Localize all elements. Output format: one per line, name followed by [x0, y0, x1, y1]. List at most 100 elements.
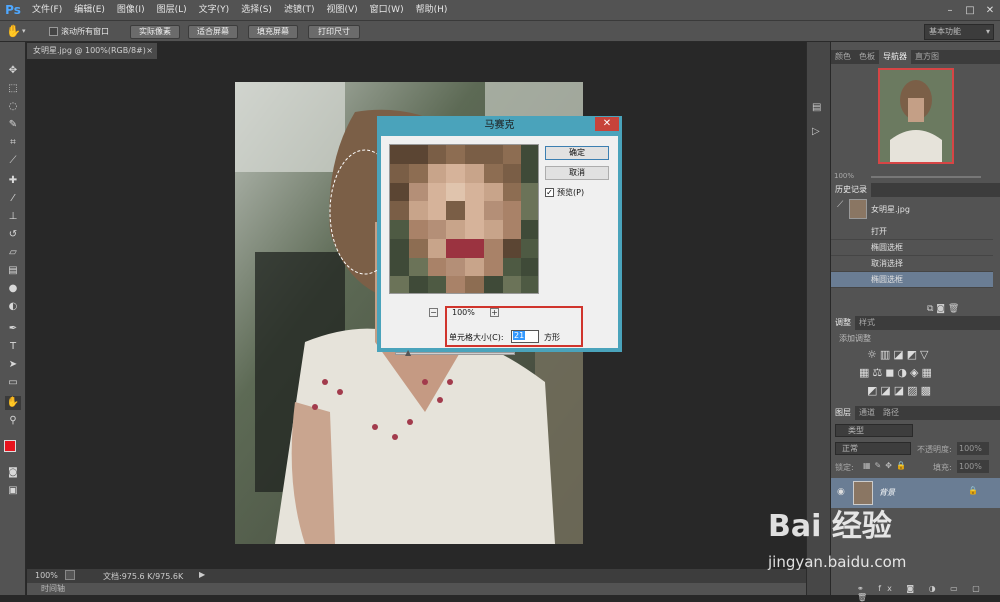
history-item[interactable]: 打开	[831, 224, 993, 240]
menu-item[interactable]: 选择(S)	[235, 0, 278, 20]
history-item-selected[interactable]: 椭圆选框	[831, 272, 993, 288]
menu-item[interactable]: 文字(Y)	[193, 0, 236, 20]
blur-tool-icon[interactable]: ●	[5, 282, 21, 296]
document-tab[interactable]: 女明星.jpg @ 100%(RGB/8#) ×	[27, 43, 157, 59]
menu-item[interactable]: 视图(V)	[320, 0, 363, 20]
marquee-tool-icon[interactable]: ⬚	[5, 82, 21, 96]
gradient-tool-icon[interactable]: ▤	[5, 264, 21, 278]
screen-mode-icon[interactable]: ▣	[5, 484, 21, 498]
mosaic-cell	[521, 201, 538, 221]
menu-item[interactable]: 图像(I)	[111, 0, 151, 20]
cancel-button[interactable]: 取消	[545, 166, 609, 180]
brush-tool-icon[interactable]: ⁄	[5, 192, 21, 206]
mosaic-cell	[502, 145, 522, 164]
filter-preview[interactable]	[389, 144, 539, 294]
lock-icons[interactable]: ▦✎✥🔒	[863, 461, 910, 470]
cell-size-slider[interactable]	[395, 352, 515, 355]
panel-tab[interactable]: 图层	[831, 406, 855, 420]
actual-pixels-button[interactable]: 实际像素	[130, 25, 180, 39]
zoom-out-icon[interactable]: −	[429, 308, 438, 317]
close-icon[interactable]: ✕	[980, 0, 1000, 20]
eyedropper-tool-icon[interactable]: ⟋	[5, 154, 21, 168]
doc-info: 文档:975.6 K/975.6K	[103, 572, 184, 581]
history-panel-icon[interactable]: ▤	[812, 102, 821, 113]
menu-items: 文件(F) 编辑(E) 图像(I) 图层(L) 文字(Y) 选择(S) 滤镜(T) 视图(V)…	[26, 0, 453, 20]
move-tool-icon[interactable]: ✥	[5, 64, 21, 78]
menu-item[interactable]: 窗口(W)	[364, 0, 410, 20]
blend-mode-select[interactable]: 正常	[835, 442, 911, 455]
nav-zoom-slider[interactable]	[871, 176, 981, 178]
history-brush-tool-icon[interactable]: ↺	[5, 228, 21, 242]
dodge-tool-icon[interactable]: ◐	[5, 300, 21, 314]
actions-panel-icon[interactable]: ▷	[812, 126, 820, 137]
tool-preset-chevron-icon[interactable]: ▾	[22, 27, 26, 35]
new-snapshot-icon[interactable]: ⧉ ◙ 🗑	[927, 304, 959, 314]
panel-tab[interactable]: 颜色	[831, 50, 855, 64]
panel-tab[interactable]: 导航器	[879, 50, 911, 64]
zoom-readout[interactable]: 100%	[35, 571, 58, 580]
menu-item[interactable]: 图层(L)	[151, 0, 193, 20]
hand-tool-icon[interactable]: ✋	[6, 24, 21, 38]
print-size-button[interactable]: 打印尺寸	[308, 25, 360, 39]
history-item[interactable]: 取消选择	[831, 256, 993, 272]
foreground-color-swatch[interactable]	[4, 440, 16, 452]
mosaic-cell	[390, 276, 409, 293]
history-item[interactable]: 椭圆选框	[831, 240, 993, 256]
preview-checkbox[interactable]: ✓	[545, 188, 554, 197]
lasso-tool-icon[interactable]: ◌	[5, 100, 21, 114]
menu-item[interactable]: 编辑(E)	[68, 0, 111, 20]
mosaic-cell	[483, 145, 503, 164]
adjustment-icons-row-1[interactable]: ☼▥◪◩▽	[867, 348, 932, 361]
shape-tool-icon[interactable]: ▭	[5, 376, 21, 390]
healing-brush-tool-icon[interactable]: ✚	[5, 174, 21, 188]
fill-input[interactable]: 100%	[957, 460, 989, 473]
path-select-tool-icon[interactable]: ➤	[5, 358, 21, 372]
panel-tab[interactable]: 色板	[855, 50, 879, 64]
close-icon[interactable]: ×	[146, 43, 153, 59]
mosaic-cell	[390, 257, 409, 277]
type-tool-icon[interactable]: T	[5, 340, 21, 354]
panel-tab[interactable]: 调整	[831, 316, 855, 330]
window-controls: – □ ✕	[940, 0, 1000, 20]
quick-select-tool-icon[interactable]: ✎	[5, 118, 21, 132]
adjustment-icons-row-3[interactable]: ◩◪◪▨▩	[867, 384, 934, 397]
mosaic-cell	[408, 201, 428, 221]
quick-mask-icon[interactable]: ◙	[5, 466, 21, 480]
zoom-tool-icon[interactable]: ⚲	[5, 414, 21, 428]
panel-tab[interactable]: 通道	[855, 406, 879, 420]
visibility-eye-icon[interactable]: ◉	[837, 487, 845, 497]
menu-item[interactable]: 文件(F)	[26, 0, 68, 20]
export-icon[interactable]	[65, 570, 75, 580]
photoshop-logo: Ps	[5, 3, 21, 17]
play-icon[interactable]: ▶	[199, 570, 205, 579]
fit-screen-button[interactable]: 适合屏幕	[188, 25, 238, 39]
panel-tab[interactable]: 直方图	[911, 50, 943, 64]
close-icon[interactable]: ✕	[595, 117, 619, 131]
slider-thumb[interactable]: ▲	[405, 348, 411, 357]
navigator-thumbnail[interactable]	[878, 68, 954, 164]
scroll-all-checkbox[interactable]	[49, 27, 58, 36]
mosaic-cell	[465, 201, 484, 221]
history-brush-icon[interactable]: ⟋	[837, 200, 843, 210]
fill-screen-button[interactable]: 填充屏幕	[248, 25, 298, 39]
eraser-tool-icon[interactable]: ▱	[5, 246, 21, 260]
document-tab-label: 女明星.jpg @ 100%(RGB/8#)	[33, 46, 146, 55]
opacity-input[interactable]: 100%	[957, 442, 989, 455]
adjustment-icons-row-2[interactable]: ▦⚖◼◑◈▦	[859, 366, 935, 379]
hand-tool-icon[interactable]: ✋	[5, 396, 21, 410]
mosaic-cell	[427, 238, 447, 258]
crop-tool-icon[interactable]: ⌗	[5, 136, 21, 150]
layer-kind-filter[interactable]: 类型	[835, 424, 913, 437]
menu-item[interactable]: 帮助(H)	[410, 0, 454, 20]
ok-button[interactable]: 确定	[545, 146, 609, 160]
panel-tab[interactable]: 样式	[855, 316, 879, 330]
workspace-select[interactable]: 基本功能 ▾	[924, 24, 994, 40]
panel-tab[interactable]: 路径	[879, 406, 903, 420]
pen-tool-icon[interactable]: ✒	[5, 322, 21, 336]
menu-item[interactable]: 滤镜(T)	[278, 0, 321, 20]
timeline-bar[interactable]: 时间轴	[27, 583, 807, 595]
clone-stamp-tool-icon[interactable]: ⊥	[5, 210, 21, 224]
tab-history[interactable]: 历史记录	[831, 183, 871, 197]
minimize-icon[interactable]: –	[940, 0, 960, 20]
maximize-icon[interactable]: □	[960, 0, 980, 20]
